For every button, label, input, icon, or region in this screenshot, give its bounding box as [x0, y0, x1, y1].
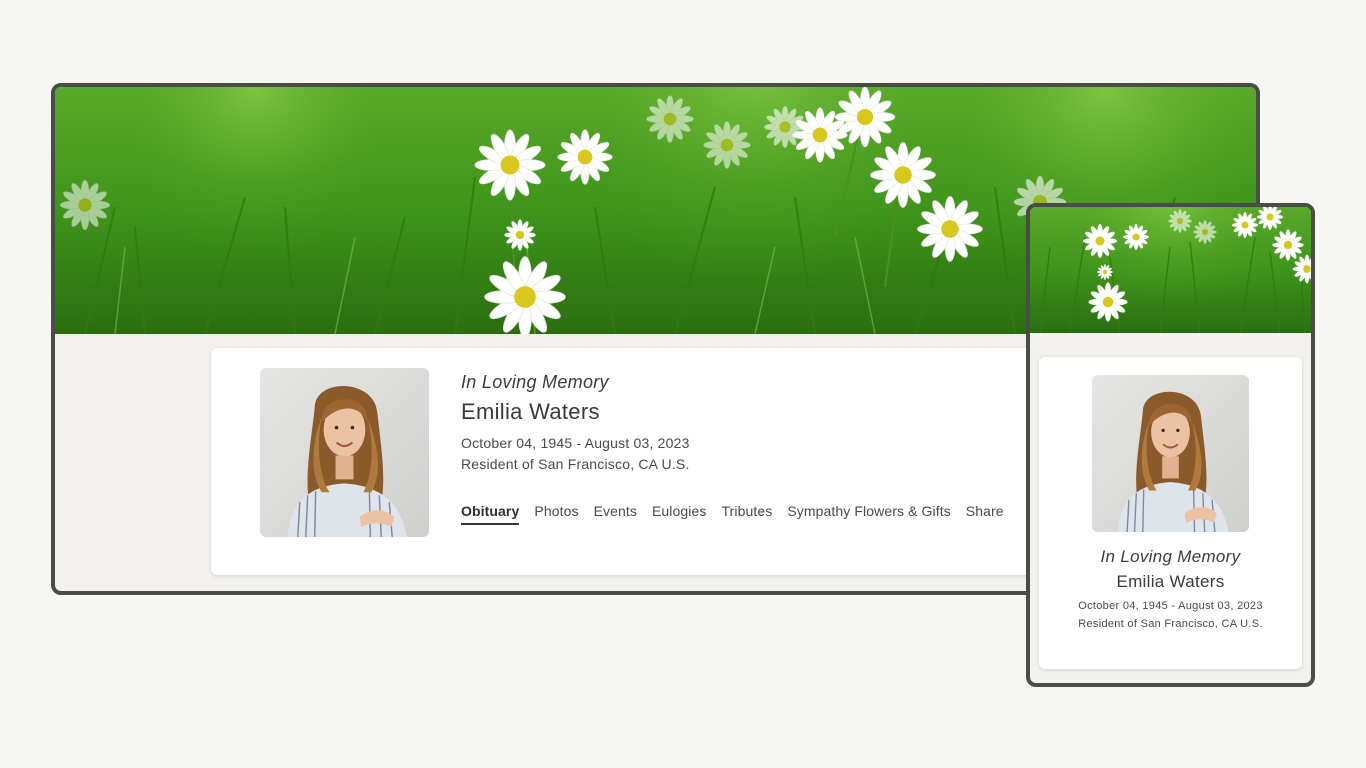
mobile-portrait-photo [1092, 375, 1249, 532]
portrait-photo [260, 368, 429, 537]
tab-eulogies[interactable]: Eulogies [652, 503, 707, 525]
residence-text: Resident of San Francisco, CA U.S. [461, 456, 690, 472]
tab-share[interactable]: Share [966, 503, 1004, 525]
tab-sympathy-flowers-gifts[interactable]: Sympathy Flowers & Gifts [787, 503, 950, 525]
memorial-tabs: Obituary Photos Events Eulogies Tributes… [461, 503, 1004, 525]
life-dates: October 04, 1945 - August 03, 2023 [461, 435, 690, 451]
mobile-hero-banner-image [1030, 207, 1311, 333]
tab-photos[interactable]: Photos [534, 503, 578, 525]
mobile-memorial-info: In Loving Memory Emilia Waters October 0… [1039, 547, 1302, 630]
mobile-residence-text: Resident of San Francisco, CA U.S. [1078, 618, 1263, 630]
mobile-life-dates: October 04, 1945 - August 03, 2023 [1078, 600, 1263, 612]
tab-tributes[interactable]: Tributes [721, 503, 772, 525]
mobile-preview-frame: In Loving Memory Emilia Waters October 0… [1026, 203, 1315, 687]
tab-events[interactable]: Events [594, 503, 637, 525]
memorial-card: In Loving Memory Emilia Waters October 0… [211, 348, 1071, 575]
memorial-info: In Loving Memory Emilia Waters October 0… [461, 372, 1061, 472]
tab-obituary[interactable]: Obituary [461, 503, 520, 525]
mobile-memorial-card: In Loving Memory Emilia Waters October 0… [1039, 357, 1302, 669]
mobile-deceased-name: Emilia Waters [1116, 572, 1225, 591]
deceased-name: Emilia Waters [461, 399, 600, 424]
in-loving-memory-heading: In Loving Memory [461, 372, 609, 392]
mobile-in-loving-memory-heading: In Loving Memory [1100, 547, 1241, 566]
